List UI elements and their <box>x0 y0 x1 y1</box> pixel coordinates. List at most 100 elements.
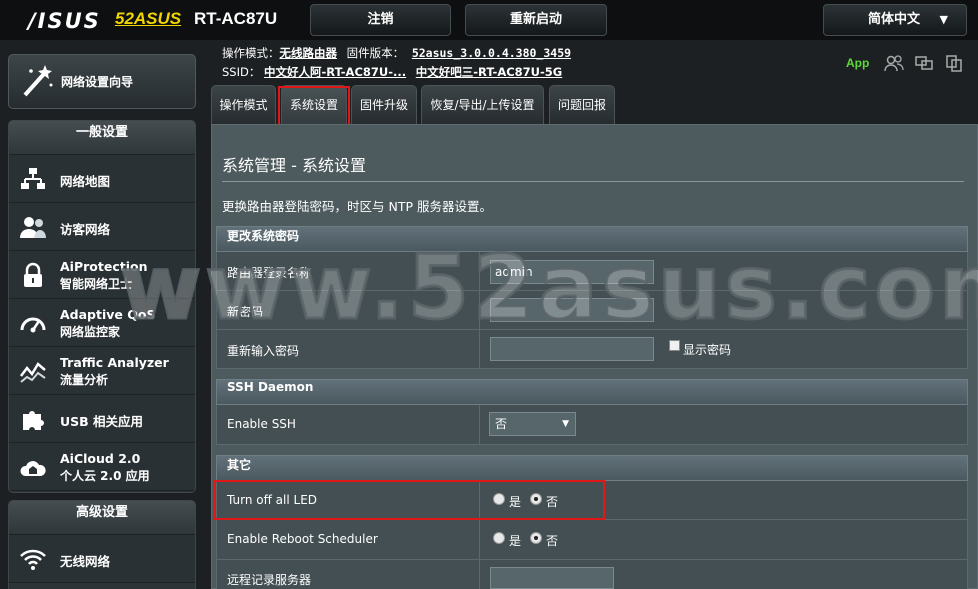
led-no-label: 否 <box>546 495 559 509</box>
tab-operation-mode[interactable]: 操作模式 <box>211 85 276 124</box>
tab-system-settings[interactable]: 系统设置 <box>281 85 347 124</box>
sidebar-item-network-map[interactable]: 网络地图 <box>9 155 195 203</box>
row-divider <box>479 405 480 444</box>
password-section-header: 更改系统密码 <box>216 226 968 252</box>
sidebar-item-label: 网络地图 <box>60 174 111 189</box>
firmware-link[interactable]: 52asus_3.0.0.4.380_3459 <box>412 46 571 60</box>
ssid-5g-link[interactable]: 中文好吧三-RT-AC87U-5G <box>416 65 562 79</box>
sidebar-item-label: 无线网络 <box>60 554 111 569</box>
reboot-no-radio[interactable] <box>530 532 542 544</box>
row-divider <box>479 481 480 519</box>
reboot-scheduler-label: Enable Reboot Scheduler <box>227 532 378 546</box>
sidebar-item-adaptive-qos[interactable]: Adaptive QoS 网络监控家 <box>9 299 195 347</box>
led-row: Turn off all LED <box>216 481 968 520</box>
cloud-house-icon <box>20 461 46 476</box>
led-no-radio[interactable] <box>530 493 542 505</box>
tab-restore-save-upload[interactable]: 恢复/导出/上传设置 <box>421 85 544 124</box>
guest-network-icon <box>20 217 46 238</box>
misc-section-header: 其它 <box>216 455 968 481</box>
status-line-2: SSID： 中文好人阿-RT-AC87U-... 中文好吧三-RT-AC87U-… <box>222 64 562 80</box>
sidebar-item-aiprotection[interactable]: AiProtection 智能网络卫士 <box>9 251 195 299</box>
general-settings-header: 一般设置 <box>9 121 195 155</box>
traffic-chart-icon <box>20 362 46 383</box>
app-link[interactable]: App <box>846 56 869 70</box>
advanced-settings-nav: 高级设置 无线网络 <box>8 500 196 589</box>
brand-link[interactable]: 52ASUS <box>115 9 181 29</box>
speedometer-icon <box>20 317 46 333</box>
reboot-scheduler-row: Enable Reboot Scheduler <box>216 520 968 560</box>
ssh-section-header: SSH Daemon <box>216 379 968 405</box>
new-password-label: 新密码 <box>227 305 264 319</box>
sidebar-item-usb-apps[interactable]: USB 相关应用 <box>9 395 195 443</box>
enable-ssh-row: Enable SSH <box>216 405 968 445</box>
row-divider <box>479 560 480 589</box>
sidebar-item-label: 访客网络 <box>60 222 111 237</box>
led-label: Turn off all LED <box>227 493 318 507</box>
sidebar-item-sublabel: 流量分析 <box>60 373 109 387</box>
sidebar-item-sublabel: 网络监控家 <box>60 325 121 339</box>
reboot-no-label: 否 <box>546 534 559 548</box>
title-divider <box>222 181 964 182</box>
copy-icon[interactable] <box>944 54 964 72</box>
mode-link[interactable]: 无线路由器 <box>280 46 338 60</box>
syslog-label: 远程记录服务器 <box>227 573 312 587</box>
led-yes-label: 是 <box>509 495 522 509</box>
page-description: 更换路由器登陆密码，时区与 NTP 服务器设置。 <box>222 199 492 214</box>
language-label: 简体中文 <box>868 12 921 27</box>
led-yes-radio[interactable] <box>493 493 505 505</box>
firmware-label: 固件版本： <box>346 46 405 60</box>
chevron-down-icon: ▼ <box>562 419 569 429</box>
sidebar-item-sublabel: 个人云 2.0 应用 <box>60 469 150 483</box>
reboot-yes-label: 是 <box>509 534 522 548</box>
general-settings-nav: 一般设置 网络地图 访客网络 AiProtection 智能网络卫士 Adapt… <box>8 120 196 493</box>
enable-ssh-label: Enable SSH <box>227 417 296 431</box>
new-password-input[interactable] <box>490 298 654 322</box>
enable-ssh-value: 否 <box>495 417 508 431</box>
sidebar-item-label: Adaptive QoS <box>60 307 156 322</box>
row-divider <box>479 330 480 368</box>
top-bar: /ISUS 52ASUS RT-AC87U 注销 重新启动 简体中文 ▼ <box>0 0 978 40</box>
puzzle-icon <box>23 411 44 430</box>
sidebar-item-sublabel: 智能网络卫士 <box>60 277 133 291</box>
users-icon[interactable] <box>884 54 904 72</box>
page-title: 系统管理 - 系统设置 <box>222 156 366 175</box>
sidebar-item-guest-network[interactable]: 访客网络 <box>9 203 195 251</box>
syslog-server-input[interactable] <box>490 567 614 589</box>
sidebar-item-label: AiProtection <box>60 259 148 274</box>
chevron-down-icon: ▼ <box>939 13 948 26</box>
sidebar-item-label: AiCloud 2.0 <box>60 451 141 466</box>
reboot-yes-radio[interactable] <box>493 532 505 544</box>
model-name: RT-AC87U <box>194 9 278 28</box>
ssid-24g-link[interactable]: 中文好人阿-RT-AC87U-... <box>264 65 406 79</box>
row-divider <box>479 520 480 559</box>
retype-password-label: 重新输入密码 <box>227 344 300 358</box>
tab-feedback[interactable]: 问题回报 <box>549 85 615 124</box>
reboot-button[interactable]: 重新启动 <box>465 4 607 36</box>
sidebar-item-label: Traffic Analyzer <box>60 355 169 370</box>
aiprotection-lock-icon <box>24 262 42 287</box>
mode-label: 操作模式： <box>222 46 280 60</box>
tab-firmware-upgrade[interactable]: 固件升级 <box>351 85 417 124</box>
sidebar-item-aicloud[interactable]: AiCloud 2.0 个人云 2.0 应用 <box>9 443 195 491</box>
row-divider <box>479 291 480 329</box>
network-map-icon <box>21 168 45 189</box>
logout-button[interactable]: 注销 <box>310 4 451 36</box>
login-name-label: 路由器登录名称 <box>227 266 312 280</box>
sidebar-item-label: USB 相关应用 <box>60 414 144 429</box>
ssid-label: SSID： <box>222 65 261 79</box>
show-password-checkbox[interactable] <box>669 340 680 351</box>
login-name-input[interactable] <box>490 260 654 284</box>
sidebar-item-wireless[interactable]: 无线网络 <box>9 535 195 583</box>
sidebar-item-traffic-analyzer[interactable]: Traffic Analyzer 流量分析 <box>9 347 195 395</box>
show-password-label: 显示密码 <box>683 343 732 357</box>
quick-setup-wizard[interactable]: 网络设置向导 <box>8 54 196 109</box>
advanced-settings-header: 高级设置 <box>9 501 195 535</box>
magic-wand-icon <box>23 65 53 97</box>
status-line-1: 操作模式：无线路由器 固件版本： 52asus_3.0.0.4.380_3459 <box>222 45 571 61</box>
enable-ssh-select[interactable]: 否 ▼ <box>489 412 576 436</box>
wifi-icon <box>20 549 46 570</box>
language-select[interactable]: 简体中文 ▼ <box>823 4 967 36</box>
usb-icon[interactable] <box>914 54 934 72</box>
row-divider <box>479 252 480 290</box>
retype-password-input[interactable] <box>490 337 654 361</box>
